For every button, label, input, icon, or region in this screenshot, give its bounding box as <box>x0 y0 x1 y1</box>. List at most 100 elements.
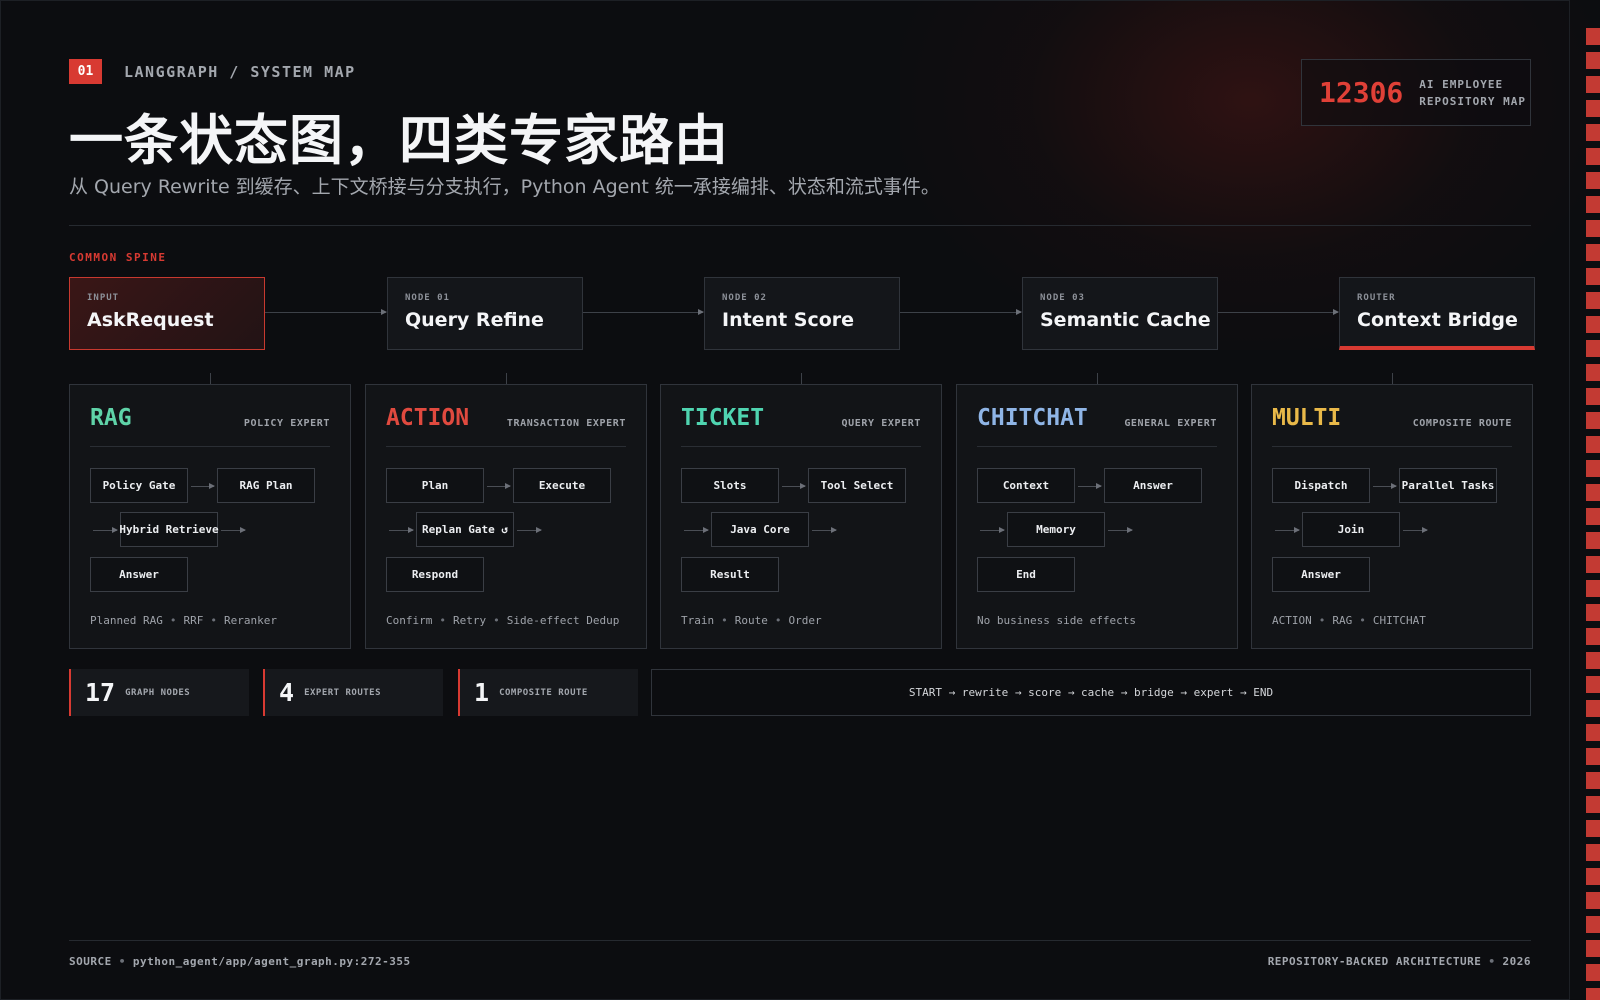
node-step-label: NODE 02 <box>722 293 767 303</box>
expert-footnote: Planned RAG • RRF • Reranker <box>90 614 277 627</box>
step-node: Respond <box>386 557 484 592</box>
expert-name: MULTI <box>1272 405 1342 431</box>
expert-card-action: ACTION TRANSACTION EXPERT Plan Execute Repla… <box>365 384 647 649</box>
stat-label: COMPOSITE ROUTE <box>499 687 588 698</box>
expert-name: TICKET <box>681 405 765 431</box>
flow-arrow <box>1403 527 1428 533</box>
spine-connector-arrow <box>265 309 387 315</box>
eyebrow: 01 LANGGRAPH / SYSTEM MAP <box>69 59 356 84</box>
spine-node: NODE 01 Query Refine <box>387 277 583 350</box>
card-header: ACTION TRANSACTION EXPERT <box>386 405 626 447</box>
stat-value: 17 <box>85 678 116 707</box>
flow-arrow <box>389 527 414 533</box>
step-node: Result <box>681 557 779 592</box>
step-node: Context <box>977 468 1075 503</box>
separator-dot: • <box>493 614 500 627</box>
node-title: Query Refine <box>405 309 544 331</box>
separator-dot: • <box>774 614 782 627</box>
card-header: CHITCHAT GENERAL EXPERT <box>977 405 1217 447</box>
stat-box: 17 GRAPH NODES <box>69 669 249 716</box>
flow-arrow <box>980 527 1005 533</box>
stat-box: 4 EXPERT ROUTES <box>263 669 443 716</box>
step-node: Answer <box>90 557 188 592</box>
step-node: Hybrid Retrieve <box>119 512 219 547</box>
stat-label: GRAPH NODES <box>125 687 191 698</box>
expert-card-multi: MULTI COMPOSITE ROUTE Dispatch Parallel Tas… <box>1251 384 1533 649</box>
card-header: TICKET QUERY EXPERT <box>681 405 921 447</box>
repository-label: AI EMPLOYEE REPOSITORY MAP <box>1419 76 1526 110</box>
separator-dot: • <box>169 614 177 627</box>
node-title: Semantic Cache <box>1040 309 1211 331</box>
spine-node: NODE 03 Semantic Cache <box>1022 277 1218 350</box>
repository-label-line2: REPOSITORY MAP <box>1419 94 1527 108</box>
node-title: Context Bridge <box>1357 309 1518 331</box>
footnote-item: Side-effect Dedup <box>506 614 620 627</box>
expert-card-ticket: TICKET QUERY EXPERT Slots Tool Select Java C… <box>660 384 942 649</box>
footer-year: 2026 <box>1502 955 1531 968</box>
footnote-item: ACTION <box>1272 614 1312 627</box>
expert-footnote: Train • Route • Order <box>681 614 822 627</box>
step-node: RAG Plan <box>217 468 315 503</box>
expert-tag: TRANSACTION EXPERT <box>506 418 626 429</box>
footnote-item: Order <box>788 614 822 627</box>
footnote-item: Confirm <box>386 614 433 627</box>
step-node: Plan <box>386 468 484 503</box>
flow-arrow <box>487 483 511 489</box>
footnote-item: Train <box>681 614 715 627</box>
separator-dot: • <box>1488 955 1496 968</box>
step-node: Answer <box>1104 468 1202 503</box>
footnote-item: Reranker <box>223 614 277 627</box>
step-node: Execute <box>513 468 611 503</box>
stat-value: 1 <box>474 678 490 707</box>
footnote-item: CHITCHAT <box>1372 614 1426 627</box>
step-node: End <box>977 557 1075 592</box>
page-subtitle: 从 Query Rewrite 到缓存、上下文桥接与分支执行，Python Ag… <box>69 176 940 198</box>
footer-label: REPOSITORY-BACKED ARCHITECTURE <box>1267 955 1482 968</box>
page-title: 一条状态图，四类专家路由 <box>69 109 729 172</box>
spine-node: NODE 02 Intent Score <box>704 277 900 350</box>
spine-connector-arrow <box>1218 309 1339 315</box>
step-node: Memory <box>1007 512 1105 547</box>
header-divider <box>69 225 1531 226</box>
stat-box: 1 COMPOSITE ROUTE <box>458 669 638 716</box>
separator-dot: • <box>210 614 217 627</box>
expert-name: RAG <box>90 405 132 431</box>
step-node: Policy Gate <box>90 468 188 503</box>
step-node: Slots <box>681 468 779 503</box>
flow-arrow <box>93 527 118 533</box>
expert-tag: POLICY EXPERT <box>243 418 330 429</box>
repository-number: 12306 <box>1319 76 1404 109</box>
repository-label-line1: AI EMPLOYEE <box>1419 77 1504 91</box>
footnote-item: Planned RAG <box>90 614 163 627</box>
step-node: Dispatch <box>1272 468 1370 503</box>
footnote-item: Retry <box>452 614 487 627</box>
flow-arrow <box>517 527 542 533</box>
section-badge: 01 <box>69 59 102 84</box>
spine-label: COMMON SPINE <box>69 251 167 264</box>
spine-node: ROUTER Context Bridge <box>1339 277 1535 350</box>
expert-footnote: No business side effects <box>977 614 1136 627</box>
flow-arrow <box>1275 527 1300 533</box>
footnote-item: RAG <box>1332 614 1353 627</box>
flow-arrow <box>221 527 246 533</box>
flow-arrow <box>1078 483 1102 489</box>
node-step-label: NODE 01 <box>405 293 450 303</box>
node-step-label: INPUT <box>87 293 120 303</box>
flow-arrow <box>1373 483 1397 489</box>
expert-name: CHITCHAT <box>977 405 1088 431</box>
footer-source: SOURCE • python_agent/app/agent_graph.py:2… <box>69 955 411 968</box>
spine-node: INPUT AskRequest <box>69 277 265 350</box>
flow-arrow <box>684 527 709 533</box>
source-label: SOURCE <box>69 955 112 968</box>
footer-meta: REPOSITORY-BACKED ARCHITECTURE • 2026 <box>1268 955 1531 968</box>
flow-arrow <box>782 483 806 489</box>
step-node: Tool Select <box>808 468 906 503</box>
flow-arrow <box>1108 527 1133 533</box>
node-title: Intent Score <box>722 309 855 331</box>
flow-arrow <box>812 527 837 533</box>
node-step-label: NODE 03 <box>1040 293 1085 303</box>
footnote-item: RRF <box>183 614 204 627</box>
repository-id-box: 12306 AI EMPLOYEE REPOSITORY MAP <box>1301 59 1531 126</box>
step-node: Parallel Tasks <box>1399 468 1497 503</box>
step-node: Java Core <box>711 512 809 547</box>
